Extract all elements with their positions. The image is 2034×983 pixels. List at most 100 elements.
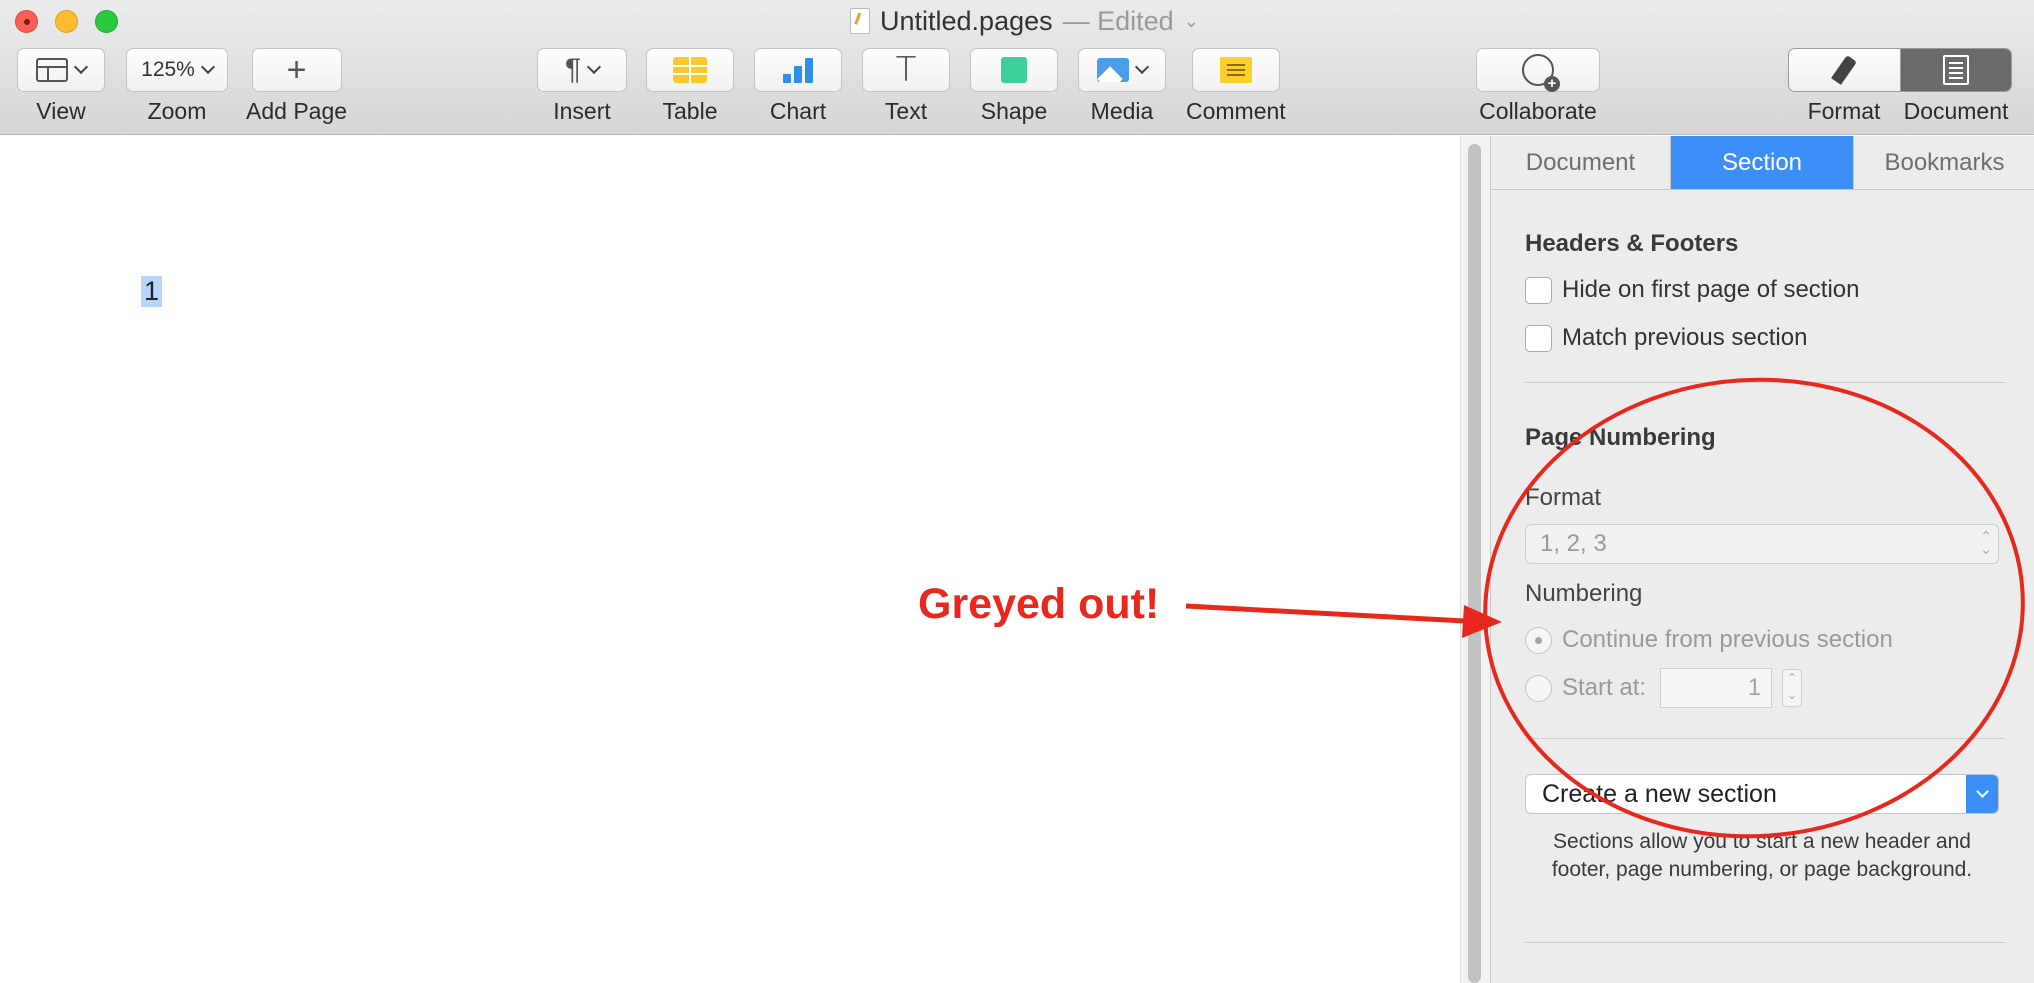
table-icon [673, 57, 707, 83]
document-inspector: Document Section Bookmarks Headers & Foo… [1490, 136, 2034, 983]
image-icon [1097, 58, 1129, 82]
close-window-button[interactable] [15, 10, 38, 33]
comment-button[interactable] [1191, 48, 1280, 92]
zoom-control[interactable]: 125% Zoom [126, 48, 228, 125]
paintbrush-icon [1831, 55, 1858, 85]
format-label: Format [1807, 98, 1881, 124]
shape-button[interactable] [970, 48, 1058, 92]
tab-bookmarks[interactable]: Bookmarks [1853, 136, 2034, 189]
start-at-input: 1 [1660, 668, 1773, 708]
scrollbar-thumb[interactable] [1468, 144, 1481, 983]
continue-radio [1525, 626, 1552, 654]
hide-first-page-label: Hide on first page of section [1562, 276, 1860, 303]
chart-icon [783, 57, 813, 83]
chevron-down-icon: ⌄ [1183, 10, 1199, 31]
start-at-option: Start at: 1 ⌃ ⌄ [1525, 668, 1803, 708]
minimize-window-button[interactable] [55, 10, 78, 33]
collaborate-icon [1522, 54, 1560, 92]
view-button[interactable] [17, 48, 105, 92]
comment-icon [1219, 57, 1252, 83]
document-icon [1942, 55, 1969, 85]
paragraph-icon: ¶ [564, 53, 582, 86]
zoom-select[interactable]: 125% [126, 48, 228, 92]
text-control[interactable]: T Text [862, 48, 950, 125]
add-page-control[interactable]: + Add Page [246, 48, 347, 125]
sections-help-text: Sections allow you to start a new header… [1551, 830, 1973, 881]
headers-footers-heading: Headers & Footers [1525, 230, 1739, 257]
media-label: Media [1090, 98, 1154, 124]
collaborate-control[interactable]: Collaborate [1476, 48, 1600, 125]
window-title[interactable]: Untitled.pages — Edited ⌄ [850, 6, 1199, 36]
zoom-label: Zoom [147, 98, 207, 124]
create-section-popup[interactable]: Create a new section [1525, 774, 1999, 814]
format-button[interactable] [1789, 49, 1901, 91]
insert-control[interactable]: ¶ Insert [537, 48, 627, 125]
number-format-value: 1, 2, 3 [1540, 530, 1607, 557]
text-icon: T [895, 50, 917, 90]
inspector-toggle-labels: Format Document [1788, 98, 2012, 125]
table-label: Table [662, 98, 718, 124]
hide-first-page-option[interactable]: Hide on first page of section [1525, 276, 1860, 304]
chevron-down-icon [200, 59, 215, 75]
table-control[interactable]: Table [646, 48, 734, 125]
view-label: View [36, 98, 86, 124]
insert-label: Insert [553, 98, 611, 124]
chart-control[interactable]: Chart [754, 48, 842, 125]
page-numbering-heading: Page Numbering [1525, 424, 1716, 451]
zoom-window-button[interactable] [95, 10, 118, 33]
shape-control[interactable]: Shape [970, 48, 1058, 125]
collaborate-button[interactable] [1476, 48, 1600, 92]
divider [1525, 738, 2005, 739]
inspector-tabs: Document Section Bookmarks [1491, 136, 2034, 190]
tab-document[interactable]: Document [1491, 136, 1671, 189]
media-control[interactable]: Media [1078, 48, 1166, 125]
document-button[interactable] [1900, 49, 2011, 91]
table-button[interactable] [646, 48, 734, 92]
up-down-arrows-icon: ⌃ ⌄ [1980, 528, 1992, 557]
comment-control[interactable]: Comment [1186, 48, 1286, 125]
divider [1525, 382, 2005, 383]
continue-label: Continue from previous section [1562, 626, 1893, 653]
add-page-button[interactable]: + [251, 48, 342, 92]
document-canvas[interactable] [0, 136, 1460, 983]
format-field-label: Format [1525, 484, 1602, 511]
zoom-value: 125% [141, 58, 195, 81]
start-at-stepper: ⌃ ⌄ [1782, 669, 1803, 707]
collaborate-label: Collaborate [1479, 98, 1597, 124]
page-number-field[interactable]: 1 [141, 276, 163, 307]
start-at-label: Start at: [1562, 674, 1647, 701]
insert-button[interactable]: ¶ [537, 48, 627, 92]
plus-icon: + [286, 51, 307, 89]
match-previous-label: Match previous section [1562, 324, 1808, 351]
match-previous-option[interactable]: Match previous section [1525, 324, 1807, 352]
media-button[interactable] [1078, 48, 1166, 92]
continue-option: Continue from previous section [1525, 626, 1893, 654]
text-button[interactable]: T [862, 48, 950, 92]
add-page-label: Add Page [246, 98, 348, 124]
annotation-label: Greyed out! [918, 580, 1160, 628]
inspector-toggle [1788, 48, 2012, 92]
numbering-label: Numbering [1525, 580, 1643, 607]
match-previous-checkbox[interactable] [1525, 324, 1552, 352]
create-section-label: Create a new section [1542, 779, 1777, 808]
view-control[interactable]: View [17, 48, 105, 125]
start-at-radio [1525, 674, 1552, 702]
number-format-select: 1, 2, 3 ⌃ ⌄ [1525, 524, 1999, 564]
sidebar-layout-icon [36, 58, 68, 82]
hide-first-page-checkbox[interactable] [1525, 276, 1552, 304]
text-label: Text [884, 98, 928, 124]
shape-label: Shape [980, 98, 1048, 124]
chart-label: Chart [769, 98, 827, 124]
pages-document-icon [850, 8, 870, 34]
create-section-dropdown-button[interactable] [1966, 775, 1998, 813]
chevron-down-icon [1975, 784, 1989, 798]
chevron-down-icon [1134, 59, 1150, 75]
chevron-down-icon [73, 59, 89, 75]
chart-button[interactable] [754, 48, 842, 92]
comment-label: Comment [1186, 98, 1286, 124]
tab-section[interactable]: Section [1671, 136, 1853, 189]
document-name: Untitled.pages [880, 5, 1053, 36]
window-toolbar: Untitled.pages — Edited ⌄ View 125% Zoom… [0, 0, 2034, 135]
divider [1525, 942, 2005, 943]
document-label: Document [1903, 98, 2009, 124]
